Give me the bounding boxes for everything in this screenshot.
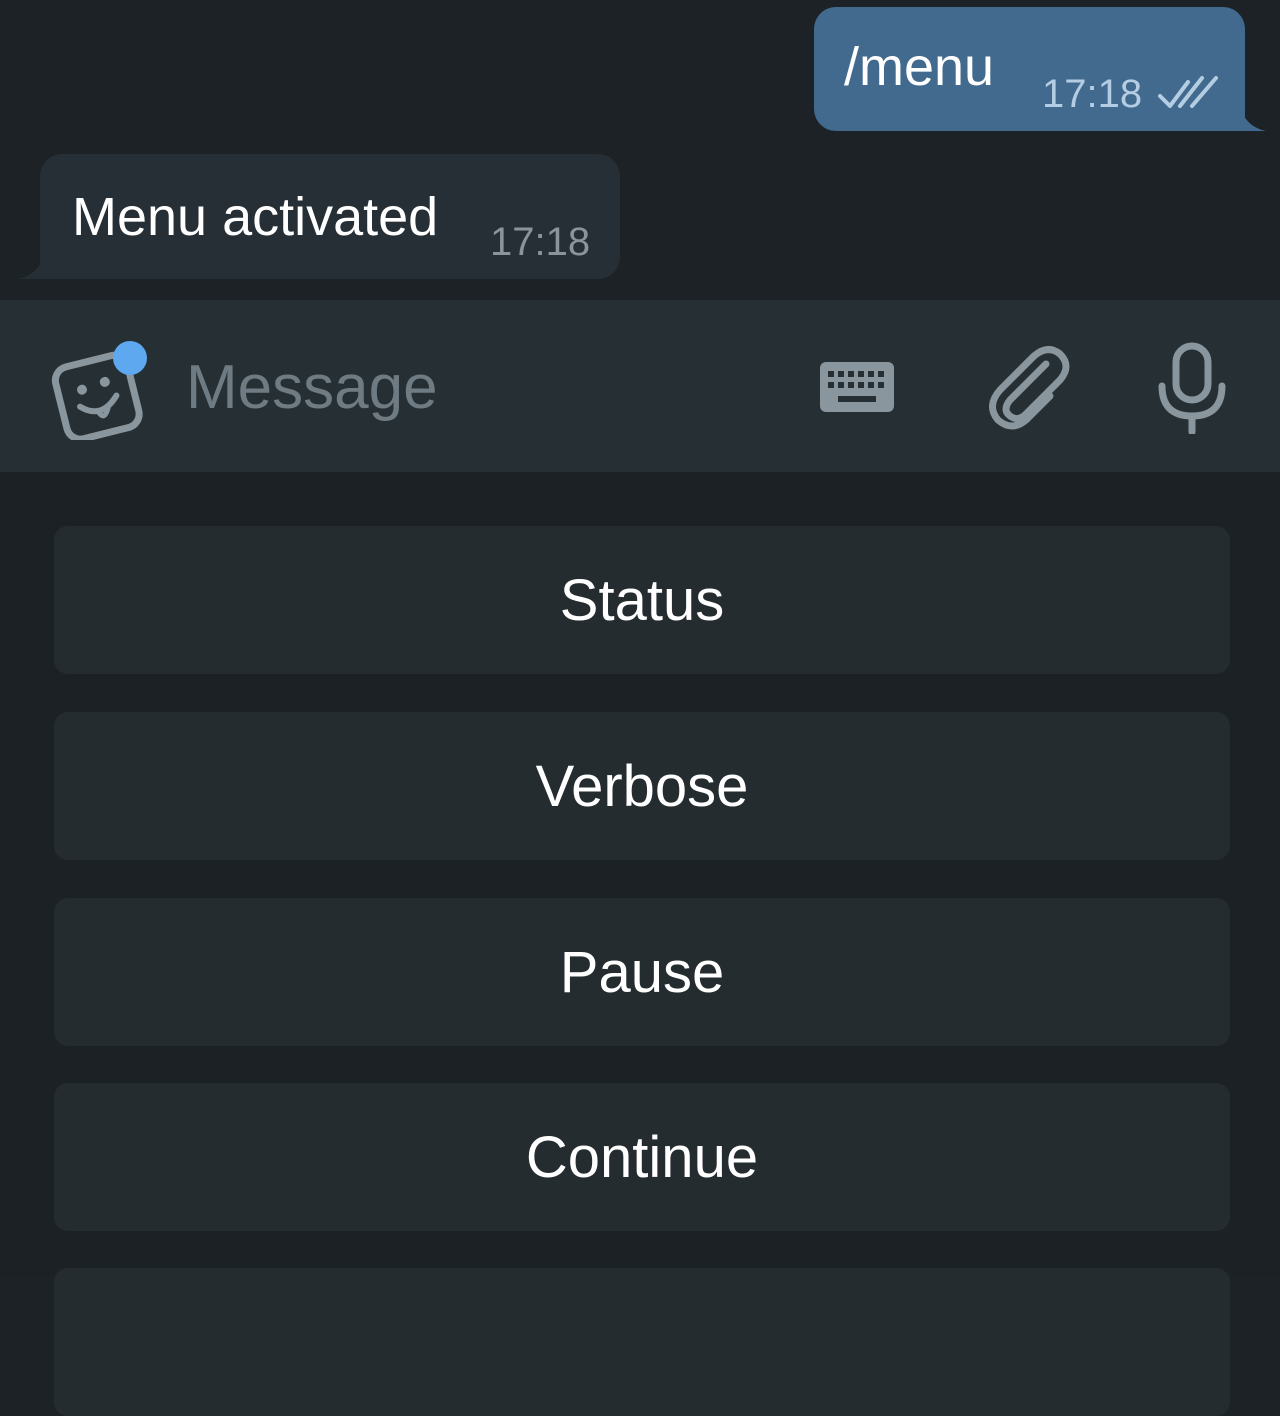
- incoming-message-time: 17:18: [490, 220, 591, 264]
- reply-keyboard: Status Verbose Pause Continue: [0, 472, 1280, 1416]
- incoming-message-text: Menu activated: [72, 187, 439, 247]
- paperclip-icon[interactable]: [984, 342, 1070, 432]
- outgoing-message-text: /menu: [844, 37, 995, 97]
- message-composer: [0, 300, 1280, 472]
- keyboard-button-continue[interactable]: Continue: [54, 1083, 1230, 1231]
- message-input[interactable]: [186, 342, 786, 432]
- microphone-icon[interactable]: [1156, 342, 1228, 434]
- double-check-icon: [1158, 76, 1218, 108]
- keyboard-button-partial[interactable]: [54, 1268, 1230, 1416]
- keyboard-button-pause[interactable]: Pause: [54, 898, 1230, 1046]
- outgoing-bubble-tail: [1238, 95, 1266, 131]
- sticker-emoji-icon[interactable]: [50, 340, 154, 440]
- incoming-bubble-tail: [18, 243, 46, 279]
- chat-area: /menu 17:18 Menu activated 17:18: [0, 0, 1280, 300]
- keyboard-button-verbose[interactable]: Verbose: [54, 712, 1230, 860]
- keyboard-button-status[interactable]: Status: [54, 526, 1230, 674]
- outgoing-message-time: 17:18: [1042, 72, 1143, 116]
- keyboard-icon[interactable]: [820, 362, 894, 412]
